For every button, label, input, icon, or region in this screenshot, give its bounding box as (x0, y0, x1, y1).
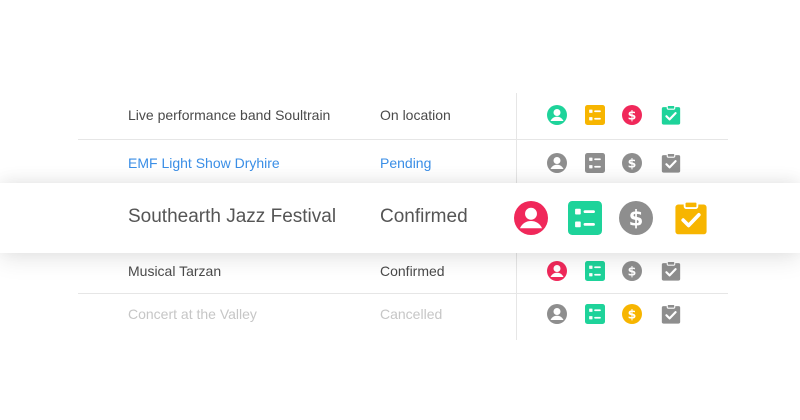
clipboard-check-icon[interactable] (674, 201, 708, 235)
checklist-icon[interactable] (585, 153, 605, 173)
checklist-icon[interactable] (585, 105, 605, 125)
event-name: Musical Tarzan (128, 263, 222, 279)
table-row[interactable]: Concert at the Valley Cancelled $ (0, 292, 800, 338)
event-name[interactable]: EMF Light Show Dryhire (128, 155, 280, 171)
checklist-icon[interactable] (585, 304, 605, 324)
events-table: Live performance band Soultrain On locat… (0, 0, 800, 420)
clipboard-check-icon[interactable] (661, 153, 681, 173)
event-status: Pending (380, 155, 432, 171)
event-status: Confirmed (380, 263, 445, 279)
person-icon[interactable] (547, 304, 567, 324)
clipboard-check-icon[interactable] (661, 261, 681, 281)
table-row[interactable]: EMF Light Show Dryhire Pending $ (0, 141, 800, 187)
clipboard-check-icon[interactable] (661, 304, 681, 324)
svg-text:$: $ (628, 155, 637, 170)
dollar-icon[interactable]: $ (622, 153, 642, 173)
dollar-icon[interactable]: $ (622, 304, 642, 324)
person-icon[interactable] (514, 201, 548, 235)
checklist-icon[interactable] (585, 261, 605, 281)
event-status: On location (380, 107, 451, 123)
clipboard-check-icon[interactable] (661, 105, 681, 125)
person-icon[interactable] (547, 153, 567, 173)
svg-text:$: $ (629, 206, 644, 231)
svg-text:$: $ (628, 263, 637, 278)
person-icon[interactable] (547, 105, 567, 125)
dollar-icon[interactable]: $ (622, 261, 642, 281)
table-row[interactable]: Musical Tarzan Confirmed $ (0, 249, 800, 295)
row-divider (78, 139, 728, 140)
dollar-icon[interactable]: $ (619, 201, 653, 235)
event-status: Cancelled (380, 306, 443, 322)
featured-table-row[interactable]: Southearth Jazz Festival Confirmed $ (0, 183, 800, 253)
table-row[interactable]: Live performance band Soultrain On locat… (0, 93, 800, 140)
event-status: Confirmed (380, 206, 468, 227)
svg-text:$: $ (628, 306, 637, 321)
event-name: Live performance band Soultrain (128, 107, 331, 123)
event-name: Concert at the Valley (128, 306, 257, 322)
person-icon[interactable] (547, 261, 567, 281)
checklist-icon[interactable] (568, 201, 602, 235)
dollar-icon[interactable]: $ (622, 105, 642, 125)
svg-text:$: $ (628, 107, 637, 122)
event-name: Southearth Jazz Festival (128, 206, 337, 227)
